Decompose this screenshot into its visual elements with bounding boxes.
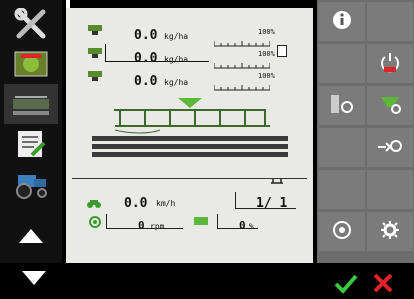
cancel-icon[interactable] — [372, 272, 394, 294]
right-button-grid — [317, 0, 414, 263]
power-button[interactable] — [367, 44, 413, 83]
rate-value-2: 0.0 — [134, 51, 158, 66]
rate-unit-1: kg/ha — [164, 32, 189, 41]
check-icon[interactable] — [334, 272, 358, 294]
rpm-value: 0 — [138, 219, 145, 232]
arrow-down-icon[interactable] — [22, 270, 46, 290]
tools-icon[interactable] — [4, 4, 58, 44]
hopper-icon — [86, 45, 104, 59]
rate-pct-3: 100% — [258, 72, 275, 80]
arrow-up-icon[interactable] — [4, 216, 58, 256]
settings-button[interactable] — [367, 212, 413, 251]
blank-button-5[interactable] — [367, 170, 413, 209]
speed-unit: km/h — [156, 199, 176, 208]
rate-value-1: 0.0 — [134, 28, 158, 43]
rpm-icon — [86, 214, 104, 228]
section-icon — [269, 170, 285, 184]
blank-button-2[interactable] — [319, 44, 365, 83]
power-icon — [378, 51, 402, 77]
tractor-icon[interactable] — [4, 164, 58, 204]
blank-button-3[interactable] — [319, 128, 365, 167]
section-control-icon — [329, 93, 355, 119]
left-toolbar — [0, 0, 62, 263]
fan-icon — [192, 213, 210, 227]
blank-button-1[interactable] — [367, 2, 413, 41]
document-icon — [277, 45, 287, 57]
rate-value-3: 0.0 — [134, 74, 158, 89]
main-panel: 0.0 kg/ha 100% 0.0 kg/ha 100% 0.0 kg/ha … — [66, 8, 313, 263]
rate-pct-1: 100% — [258, 28, 275, 36]
info-button[interactable] — [319, 2, 365, 41]
rate-unit-2: kg/ha — [164, 55, 189, 64]
seeder-diagram — [90, 96, 290, 158]
blank-button-4[interactable] — [319, 170, 365, 209]
section-value: 1/ 1 — [256, 196, 288, 211]
settings-icon — [379, 219, 401, 245]
wheel-button[interactable] — [319, 212, 365, 251]
bottom-bar — [62, 263, 414, 299]
percent-value: 0 — [239, 219, 246, 232]
rate-unit-3: kg/ha — [164, 78, 189, 87]
speed-value: 0.0 — [124, 196, 148, 211]
section-control-button[interactable] — [319, 86, 365, 125]
speed-icon — [86, 194, 102, 208]
seed-hopper-button[interactable] — [367, 86, 413, 125]
map-icon[interactable] — [4, 44, 58, 84]
wheel-icon — [330, 219, 354, 245]
rpm-unit: rpm — [150, 222, 165, 231]
machine-icon[interactable] — [4, 84, 58, 124]
percent-unit: % — [249, 222, 254, 231]
info-icon — [332, 10, 352, 34]
rate-pct-2: 100% — [258, 50, 275, 58]
notepad-icon[interactable] — [4, 124, 58, 164]
hopper-icon — [86, 68, 104, 82]
transfer-icon — [376, 135, 404, 161]
hopper-icon — [86, 22, 104, 36]
transfer-button[interactable] — [367, 128, 413, 167]
seed-hopper-icon — [377, 93, 403, 119]
